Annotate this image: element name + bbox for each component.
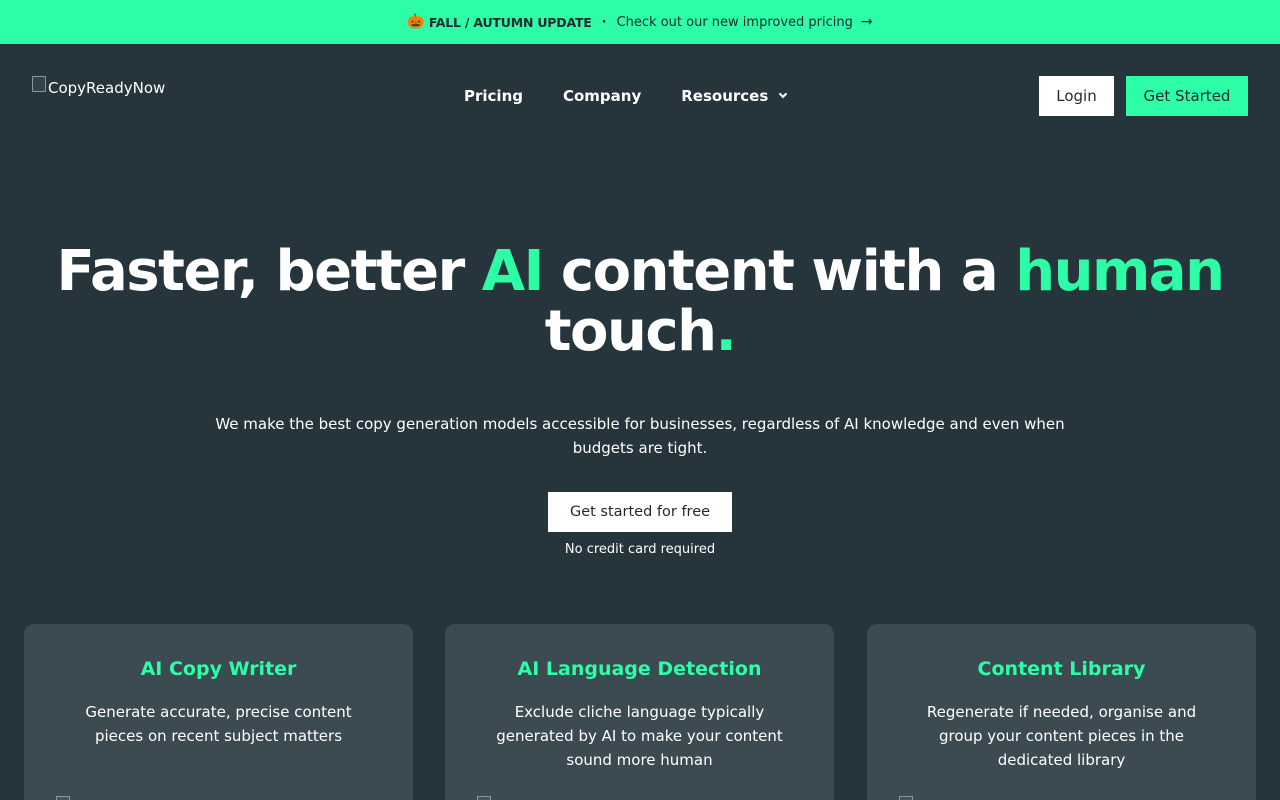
nav-resources[interactable]: Resources	[681, 87, 788, 105]
hero-title-accent-human: human	[1015, 239, 1225, 304]
get-started-free-button[interactable]: Get started for free	[548, 492, 732, 532]
feature-description: Regenerate if needed, organise and group…	[926, 703, 1197, 769]
hero-subtitle: We make the best copy generation models …	[215, 415, 1065, 457]
pumpkin-icon: 🎃	[407, 14, 425, 30]
get-started-button[interactable]: Get Started	[1126, 76, 1248, 116]
feature-description: Exclude cliche language typically genera…	[496, 703, 783, 769]
hero-title: Faster, better AI content with a human t…	[40, 242, 1240, 362]
feature-title: AI Copy Writer	[140, 658, 297, 680]
no-credit-card-note: No credit card required	[564, 542, 716, 557]
feature-card-language-detection: AI Language Detection Exclude cliche lan…	[445, 624, 834, 800]
logo-alt-text: CopyReadyNow	[48, 79, 166, 97]
announcement-bar[interactable]: 🎃 FALL / AUTUMN UPDATE · Check out our n…	[0, 0, 1280, 44]
announcement-tag: FALL / AUTUMN UPDATE	[428, 14, 592, 30]
feature-title: Content Library	[977, 658, 1146, 680]
hero-title-period: .	[715, 299, 736, 364]
broken-image-icon	[32, 76, 46, 92]
logo[interactable]: CopyReadyNow	[32, 76, 165, 100]
announcement-link[interactable]: Check out our new improved pricing	[617, 15, 853, 30]
broken-image-icon	[477, 796, 491, 800]
feature-card-content-library: Content Library Regenerate if needed, or…	[867, 624, 1256, 800]
hero-title-part1: Faster, better	[56, 239, 482, 304]
broken-image-icon	[899, 796, 913, 800]
feature-card-copy-writer: AI Copy Writer Generate accurate, precis…	[24, 624, 413, 800]
hero-title-accent-ai: AI	[481, 239, 545, 304]
arrow-right-icon: →	[860, 14, 873, 30]
announcement-separator: ·	[601, 14, 607, 30]
nav-pricing[interactable]: Pricing	[464, 87, 523, 105]
feature-description: Generate accurate, precise content piece…	[85, 703, 352, 745]
nav-company[interactable]: Company	[563, 87, 641, 105]
hero-title-part3: touch	[544, 299, 717, 364]
broken-image-icon	[56, 796, 70, 800]
chevron-down-icon	[779, 89, 788, 99]
login-button[interactable]: Login	[1039, 76, 1114, 116]
main-nav: Pricing Company Resources	[464, 84, 788, 108]
feature-title: AI Language Detection	[517, 658, 762, 680]
hero-title-part2: content with a	[542, 239, 1016, 304]
nav-resources-label: Resources	[681, 87, 769, 105]
